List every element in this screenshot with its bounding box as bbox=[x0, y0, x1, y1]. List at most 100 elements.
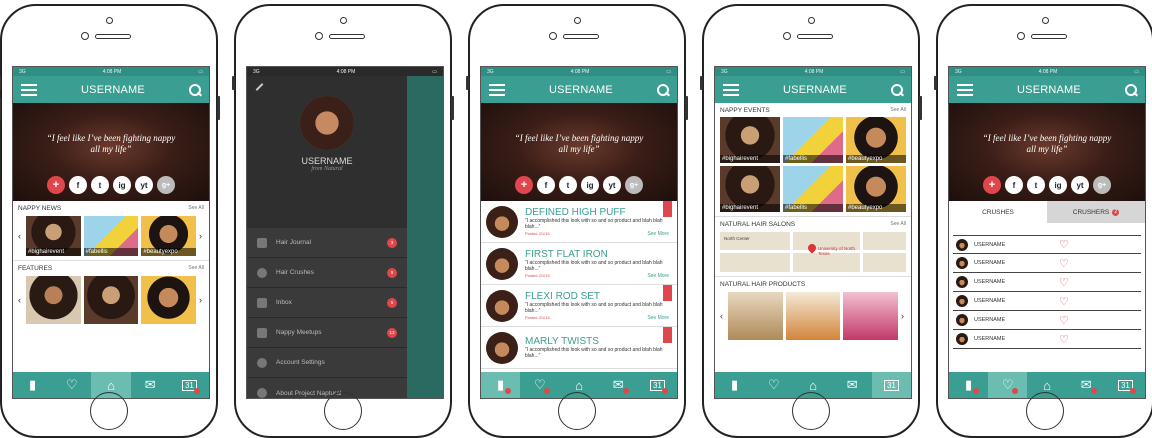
avatar[interactable] bbox=[300, 96, 354, 150]
event-card[interactable]: #bighairevent bbox=[720, 166, 780, 212]
heart-icon[interactable]: ♡ bbox=[1059, 257, 1069, 270]
news-card[interactable]: #fabellis bbox=[83, 216, 139, 256]
product-card[interactable] bbox=[785, 292, 841, 340]
journal-entry[interactable]: MARLY TWISTS “I accomplished this look w… bbox=[481, 327, 677, 369]
tab-journal[interactable]: ▮ bbox=[481, 372, 521, 398]
crush-row[interactable]: USERNAME ♡ bbox=[953, 273, 1141, 292]
google-plus-icon[interactable]: g+ bbox=[157, 176, 175, 194]
features-section: FEATURES See All ‹ › bbox=[13, 261, 209, 328]
youtube-icon[interactable]: yt bbox=[135, 176, 153, 194]
search-icon[interactable] bbox=[890, 83, 903, 96]
news-card[interactable]: #bighairevent bbox=[26, 216, 81, 256]
tab-crushes[interactable]: ♡ bbox=[988, 372, 1028, 398]
tab-meetups[interactable]: 31 bbox=[170, 372, 209, 398]
tab-crushes[interactable]: ♡ bbox=[754, 372, 793, 398]
edit-icon[interactable] bbox=[255, 83, 264, 91]
twitter-icon[interactable]: t bbox=[1027, 176, 1045, 194]
heart-icon[interactable]: ♡ bbox=[1059, 276, 1069, 289]
google-plus-icon[interactable]: g+ bbox=[625, 176, 643, 194]
crush-row[interactable]: USERNAME ♡ bbox=[953, 311, 1141, 330]
drawer-item-about[interactable]: About Project Naptural bbox=[247, 378, 407, 398]
feature-card[interactable] bbox=[141, 276, 197, 324]
search-icon[interactable] bbox=[656, 83, 669, 96]
tab-inbox[interactable]: ✉ bbox=[833, 372, 872, 398]
crush-row[interactable]: USERNAME ♡ bbox=[953, 235, 1141, 254]
search-icon[interactable] bbox=[1124, 83, 1137, 96]
event-card[interactable]: #fabellis bbox=[783, 117, 843, 163]
tab-crushes[interactable]: ♡ bbox=[52, 372, 91, 398]
see-all-link[interactable]: See All bbox=[188, 205, 204, 212]
menu-icon[interactable] bbox=[21, 84, 37, 96]
news-card[interactable]: #beautyexpo bbox=[141, 216, 197, 256]
heart-icon[interactable]: ♡ bbox=[1059, 333, 1069, 346]
feature-card[interactable] bbox=[83, 276, 139, 324]
drawer-item-nappy-meetups[interactable]: Nappy Meetups 13 bbox=[247, 318, 407, 348]
google-plus-icon[interactable]: g+ bbox=[1093, 176, 1111, 194]
tab-meetups[interactable]: 31 bbox=[871, 372, 911, 398]
event-card[interactable]: #beautyexpo bbox=[846, 117, 906, 163]
tab-inbox[interactable]: ✉ bbox=[599, 372, 638, 398]
see-more-link[interactable]: See More bbox=[647, 315, 669, 321]
heart-icon[interactable]: ♡ bbox=[1059, 238, 1069, 251]
crush-row[interactable]: USERNAME ♡ bbox=[953, 254, 1141, 273]
see-all-link[interactable]: See All bbox=[188, 265, 204, 272]
heart-icon[interactable]: ♡ bbox=[1059, 314, 1069, 327]
menu-icon[interactable] bbox=[723, 84, 739, 96]
add-icon[interactable]: + bbox=[515, 176, 533, 194]
instagram-icon[interactable]: ig bbox=[113, 176, 131, 194]
crush-row[interactable]: USERNAME ♡ bbox=[953, 330, 1141, 349]
event-card[interactable]: #fabellis bbox=[783, 166, 843, 212]
arrow-right-icon[interactable]: › bbox=[199, 231, 204, 241]
arrow-left-icon[interactable]: ‹ bbox=[18, 231, 23, 241]
journal-entry[interactable]: FLEXI ROD SET “I accomplished this look … bbox=[481, 285, 677, 327]
heart-icon[interactable]: ♡ bbox=[1059, 295, 1069, 308]
menu-icon[interactable] bbox=[489, 84, 505, 96]
see-more-link[interactable]: See More bbox=[647, 231, 669, 237]
facebook-icon[interactable]: f bbox=[69, 176, 87, 194]
event-card[interactable]: #bighairevent bbox=[720, 117, 780, 163]
arrow-left-icon[interactable]: ‹ bbox=[720, 311, 725, 321]
drawer-item-account-settings[interactable]: Account Settings bbox=[247, 348, 407, 378]
instagram-icon[interactable]: ig bbox=[581, 176, 599, 194]
twitter-icon[interactable]: t bbox=[559, 176, 577, 194]
see-more-link[interactable]: See More bbox=[647, 273, 669, 279]
youtube-icon[interactable]: yt bbox=[603, 176, 621, 194]
salon-map[interactable]: North Center University of North Texas bbox=[720, 232, 906, 272]
tab-journal[interactable]: ▮ bbox=[949, 372, 988, 398]
drawer-overlay[interactable] bbox=[407, 76, 443, 398]
search-icon[interactable] bbox=[188, 83, 201, 96]
tab-inbox[interactable]: ✉ bbox=[131, 372, 170, 398]
twitter-icon[interactable]: t bbox=[91, 176, 109, 194]
tab-journal[interactable]: ▮ bbox=[13, 372, 52, 398]
facebook-icon[interactable]: f bbox=[1005, 176, 1023, 194]
see-all-link[interactable]: See All bbox=[890, 221, 906, 228]
tab-crushes[interactable]: ♡ bbox=[520, 372, 559, 398]
instagram-icon[interactable]: ig bbox=[1049, 176, 1067, 194]
tab-crushes-list[interactable]: CRUSHES bbox=[949, 201, 1047, 223]
feature-card[interactable] bbox=[26, 276, 81, 324]
youtube-icon[interactable]: yt bbox=[1071, 176, 1089, 194]
arrow-right-icon[interactable]: › bbox=[199, 295, 204, 305]
arrow-right-icon[interactable]: › bbox=[901, 311, 906, 321]
see-all-link[interactable]: See All bbox=[890, 107, 906, 114]
drawer-item-hair-journal[interactable]: Hair Journal 3 bbox=[247, 228, 407, 258]
event-card[interactable]: #beautyexpo bbox=[846, 166, 906, 212]
crush-row[interactable]: USERNAME ♡ bbox=[953, 292, 1141, 311]
tab-journal[interactable]: ▮ bbox=[715, 372, 754, 398]
product-card[interactable] bbox=[843, 292, 899, 340]
add-icon[interactable]: + bbox=[983, 176, 1001, 194]
arrow-left-icon[interactable]: ‹ bbox=[18, 295, 23, 305]
speaker bbox=[563, 34, 599, 39]
add-icon[interactable]: + bbox=[47, 176, 65, 194]
facebook-icon[interactable]: f bbox=[537, 176, 555, 194]
tab-meetups[interactable]: 31 bbox=[638, 372, 677, 398]
journal-entry[interactable]: FIRST FLAT IRON “I accomplished this loo… bbox=[481, 243, 677, 285]
drawer-item-inbox[interactable]: Inbox 5 bbox=[247, 288, 407, 318]
tab-meetups[interactable]: 31 bbox=[1106, 372, 1145, 398]
tab-inbox[interactable]: ✉ bbox=[1067, 372, 1106, 398]
journal-entry[interactable]: DEFINED HIGH PUFF “I accomplished this l… bbox=[481, 201, 677, 243]
product-card[interactable] bbox=[728, 292, 783, 340]
menu-icon[interactable] bbox=[957, 84, 973, 96]
drawer-item-hair-crushes[interactable]: Hair Crushes 8 bbox=[247, 258, 407, 288]
tab-crushers-list[interactable]: CRUSHERS 2 bbox=[1047, 201, 1145, 223]
